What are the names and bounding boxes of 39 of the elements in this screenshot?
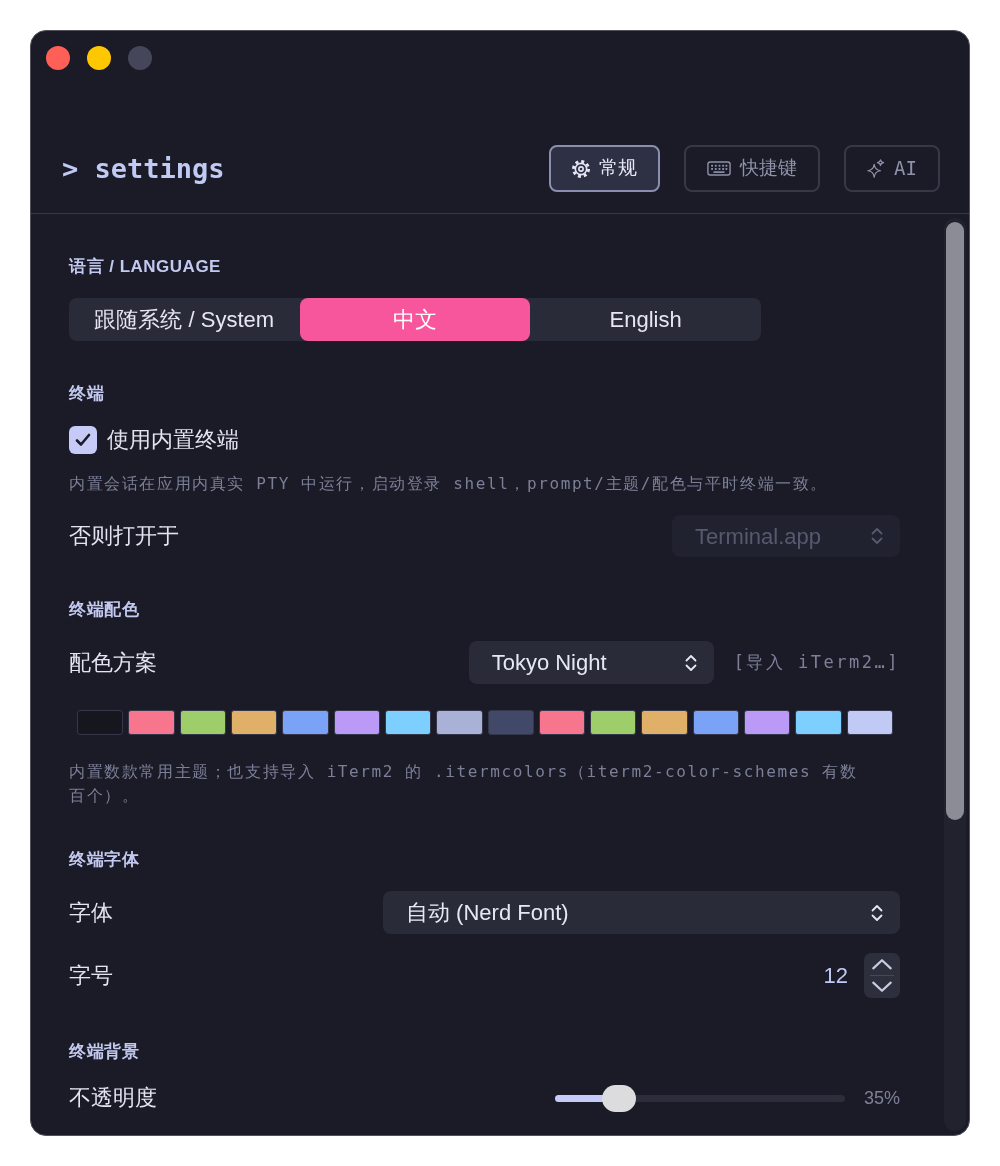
sparkle-icon	[867, 159, 886, 178]
section-heading: 终端背景	[69, 1042, 140, 1062]
chevron-up-down-icon	[871, 903, 883, 922]
import-link[interactable]: [导入 iTerm2…]	[733, 649, 900, 676]
select-dropdown[interactable]: 自动 (Nerd Font)	[383, 891, 900, 934]
chevron-up-icon	[871, 958, 893, 970]
slider-track[interactable]	[554, 1084, 845, 1112]
keyboard-icon	[707, 161, 732, 176]
tab[interactable]: 快捷键	[684, 145, 821, 192]
chevron-up-down-icon	[871, 527, 883, 545]
language-option[interactable]: English	[530, 298, 761, 341]
setting-label: 使用内置终端	[107, 426, 239, 454]
close-icon[interactable]	[46, 46, 70, 70]
section-heading: 终端	[69, 384, 105, 404]
page-title: > settings	[62, 152, 225, 185]
tab[interactable]: 常规	[549, 145, 661, 192]
select-dropdown[interactable]: Tokyo Night	[468, 641, 714, 684]
setting-label: 不透明度	[69, 1084, 157, 1112]
scrollbar-thumb[interactable]	[946, 222, 964, 820]
setting-label: 否则打开于	[69, 522, 179, 550]
language-option[interactable]: 跟随系统 / System	[69, 298, 300, 341]
setting-label: 字号	[69, 961, 113, 990]
chevron-up-down-icon	[684, 653, 697, 672]
hint-text: 内置数款常用主题；也支持导入 iTerm2 的 .itermcolors（iterm2-color-schemes 有数百个）。	[69, 761, 859, 807]
checkbox[interactable]	[69, 426, 97, 454]
minimize-icon[interactable]	[87, 46, 111, 70]
font-size-value: 12	[823, 961, 848, 990]
checkmark-icon	[75, 433, 91, 447]
slider-thumb[interactable]	[601, 1084, 636, 1112]
tab[interactable]: AI	[844, 145, 940, 192]
hint-text: 内置会话在应用内真实 PTY 中运行，启动登录 shell，prompt/主题/配色与平时终端一致。	[69, 474, 830, 494]
chevron-down-icon	[871, 981, 893, 993]
setting-label: 字体	[69, 898, 113, 927]
section-heading: 语言 / LANGUAGE	[69, 257, 222, 277]
setting-label: 配色方案	[69, 648, 157, 677]
gear-icon	[572, 159, 591, 178]
section-heading: 终端字体	[69, 850, 140, 870]
section-heading: 终端配色	[69, 600, 140, 620]
slider-reading: 35%	[863, 1086, 900, 1110]
